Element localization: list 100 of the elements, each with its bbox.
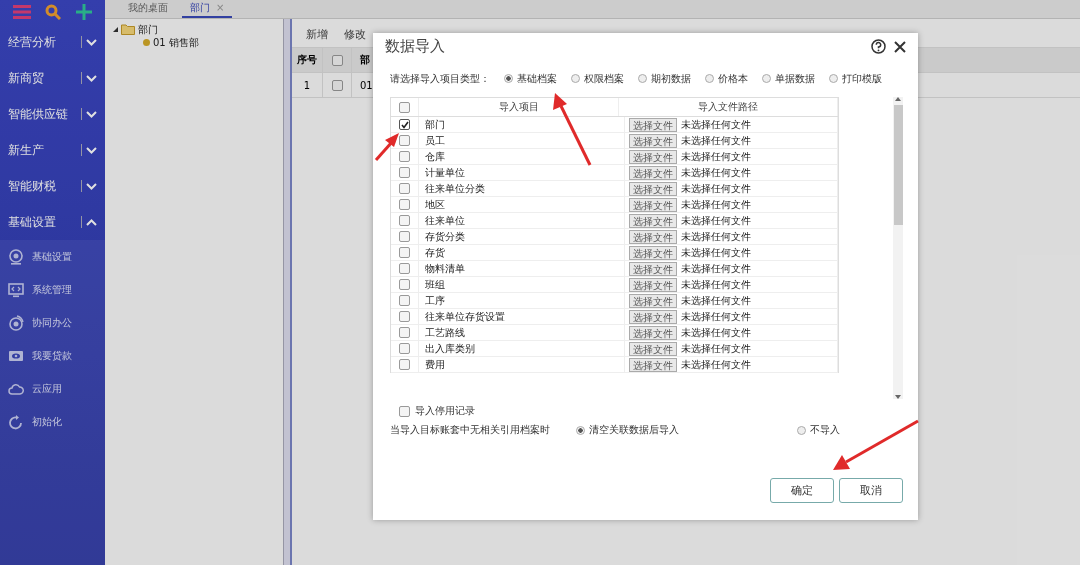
checkbox[interactable] [331, 79, 343, 91]
choose-file-button[interactable]: 选择文件 [629, 357, 677, 372]
help-icon[interactable] [871, 39, 886, 54]
file-status: 未选择任何文件 [681, 181, 751, 196]
cancel-button[interactable]: 取消 [839, 478, 903, 503]
column-header: 序号 [292, 48, 323, 72]
reference-radio[interactable]: 清空关联数据后导入 [576, 423, 679, 437]
toolbar-button[interactable]: 新增 [302, 26, 332, 42]
close-icon[interactable] [894, 40, 906, 53]
checkbox[interactable] [399, 279, 410, 290]
tree-node[interactable]: 01 销售部 [153, 35, 199, 50]
checkbox[interactable] [399, 327, 410, 338]
scrollbar[interactable] [893, 97, 903, 399]
file-status: 未选择任何文件 [681, 341, 751, 356]
item-name: 费用 [419, 357, 625, 372]
checkbox[interactable] [399, 151, 410, 162]
file-status: 未选择任何文件 [681, 309, 751, 324]
choose-file-button[interactable]: 选择文件 [629, 117, 677, 132]
checkbox[interactable] [399, 311, 410, 322]
toolbar-button[interactable]: 修改 [340, 26, 370, 42]
item-name: 存货分类 [419, 229, 625, 244]
monitor-code-icon [8, 281, 24, 298]
type-radio[interactable]: 价格本 [705, 71, 748, 86]
type-radio[interactable]: 基础档案 [504, 71, 557, 86]
item-name: 物料清单 [419, 261, 625, 276]
checkbox[interactable] [399, 167, 410, 178]
submenu-item[interactable]: 系统管理 [0, 273, 105, 306]
tree-toggle-icon[interactable] [113, 27, 118, 32]
file-status: 未选择任何文件 [681, 357, 751, 372]
submenu-item[interactable]: 云应用 [0, 372, 105, 405]
file-status: 未选择任何文件 [681, 261, 751, 276]
type-radio[interactable]: 单据数据 [762, 71, 815, 86]
checkbox[interactable] [399, 247, 410, 258]
search-icon[interactable] [45, 4, 62, 20]
splitter-bar[interactable] [283, 19, 292, 565]
choose-file-button[interactable]: 选择文件 [629, 229, 677, 244]
choose-file-button[interactable]: 选择文件 [629, 309, 677, 324]
choose-file-button[interactable]: 选择文件 [629, 293, 677, 308]
tree-node[interactable]: 部门 [138, 22, 158, 37]
item-name: 计量单位 [419, 165, 625, 180]
choose-file-button[interactable]: 选择文件 [629, 181, 677, 196]
choose-file-button[interactable]: 选择文件 [629, 261, 677, 276]
menu-item[interactable]: 新商贸 [0, 60, 105, 96]
annotation-arrow [374, 133, 399, 161]
reference-radio[interactable]: 不导入 [797, 423, 840, 437]
file-status: 未选择任何文件 [681, 133, 751, 148]
tab[interactable]: 我的桌面 [120, 1, 176, 18]
checkbox[interactable] [399, 199, 410, 210]
menu-item[interactable]: 新生产 [0, 132, 105, 168]
choose-file-button[interactable]: 选择文件 [629, 197, 677, 212]
item-name: 往来单位存货设置 [419, 309, 625, 324]
choose-file-button[interactable]: 选择文件 [629, 165, 677, 180]
file-status: 未选择任何文件 [681, 245, 751, 260]
file-status: 未选择任何文件 [681, 293, 751, 308]
checkbox[interactable] [399, 295, 410, 306]
checkbox[interactable] [399, 183, 410, 194]
choose-file-button[interactable]: 选择文件 [629, 277, 677, 292]
checkbox[interactable] [399, 263, 410, 274]
menu-item[interactable]: 智能财税 [0, 168, 105, 204]
type-radio[interactable]: 期初数据 [638, 71, 691, 86]
menu-item[interactable]: 智能供应链 [0, 96, 105, 132]
node-dot-icon [143, 39, 150, 46]
checkbox[interactable] [399, 231, 410, 242]
submenu-item[interactable]: 我要贷款 [0, 339, 105, 372]
confirm-button[interactable]: 确定 [770, 478, 834, 503]
checkbox[interactable] [399, 359, 410, 370]
choose-file-button[interactable]: 选择文件 [629, 325, 677, 340]
reference-prompt: 当导入目标账套中无相关引用档案时 [390, 423, 551, 437]
item-name: 员工 [419, 133, 625, 148]
plus-icon[interactable] [75, 4, 92, 20]
item-name: 往来单位 [419, 213, 625, 228]
item-name: 存货 [419, 245, 625, 260]
submenu-item[interactable]: 协同办公 [0, 306, 105, 339]
type-radio[interactable]: 打印模版 [829, 71, 882, 86]
scroll-up-icon[interactable] [895, 97, 901, 101]
file-status: 未选择任何文件 [681, 229, 751, 244]
menu-item[interactable]: 基础设置 [0, 204, 105, 240]
checkbox[interactable] [399, 101, 410, 113]
item-name: 地区 [419, 197, 625, 212]
choose-file-button[interactable]: 选择文件 [629, 213, 677, 228]
submenu-item[interactable]: 基础设置 [0, 240, 105, 273]
submenu-item[interactable]: 初始化 [0, 405, 105, 438]
submenu-label: 协同办公 [32, 315, 72, 330]
item-name: 部门 [419, 117, 625, 132]
checkbox[interactable] [331, 54, 343, 66]
checkbox[interactable] [399, 119, 410, 130]
file-status: 未选择任何文件 [681, 165, 751, 180]
file-status: 未选择任何文件 [681, 277, 751, 292]
submenu-label: 我要贷款 [32, 348, 72, 363]
checkbox[interactable] [399, 343, 410, 354]
choose-file-button[interactable]: 选择文件 [629, 149, 677, 164]
choose-file-button[interactable]: 选择文件 [629, 341, 677, 356]
menu-icon[interactable] [13, 5, 32, 19]
type-radio[interactable]: 权限档案 [571, 71, 624, 86]
checkbox[interactable] [399, 135, 410, 146]
checkbox[interactable] [399, 215, 410, 226]
menu-item[interactable]: 经营分析 [0, 24, 105, 60]
choose-file-button[interactable]: 选择文件 [629, 245, 677, 260]
scroll-down-icon[interactable] [895, 395, 901, 399]
choose-file-button[interactable]: 选择文件 [629, 133, 677, 148]
